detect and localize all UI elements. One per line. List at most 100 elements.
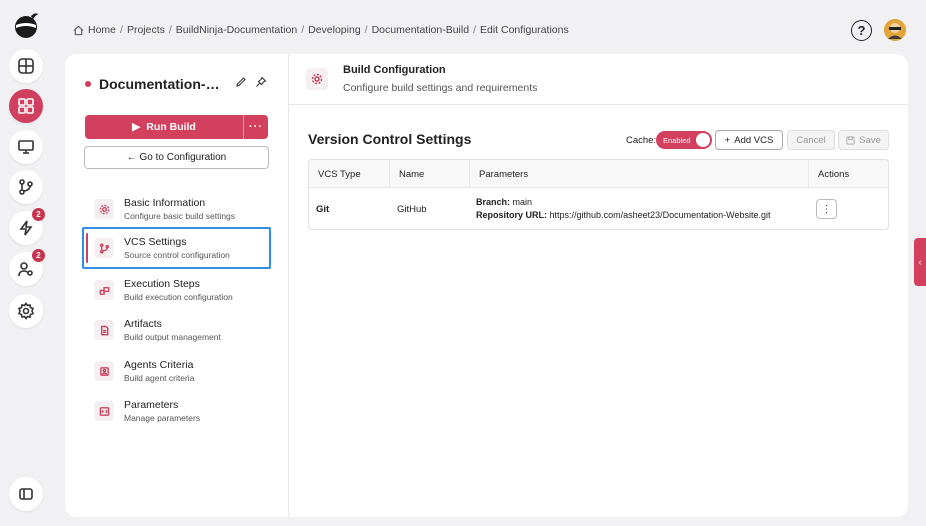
code-icon bbox=[94, 401, 114, 421]
save-icon bbox=[846, 135, 855, 145]
status-dot bbox=[85, 81, 91, 87]
avatar[interactable] bbox=[884, 19, 906, 41]
breadcrumb-current: Edit Configurations bbox=[479, 24, 569, 36]
avatar-icon bbox=[884, 19, 906, 41]
nav-agents-criteria[interactable]: Agents Criteria Build agent criteria bbox=[84, 351, 270, 391]
toggle-knob bbox=[696, 133, 710, 147]
nav-subtitle: Build output management bbox=[124, 332, 221, 342]
nav-execution-steps[interactable]: Execution Steps Build execution configura… bbox=[84, 270, 270, 310]
breadcrumb-project[interactable]: BuildNinja-Documentation bbox=[176, 24, 297, 36]
rail-collapse[interactable] bbox=[9, 477, 43, 511]
rail-users[interactable]: 2 bbox=[9, 249, 45, 286]
nav-subtitle: Build execution configuration bbox=[124, 292, 233, 302]
build-title: Documentation-Bu... bbox=[85, 76, 229, 92]
nav-artifacts[interactable]: Artifacts Build output management bbox=[84, 310, 270, 350]
pin-icon[interactable] bbox=[255, 76, 267, 88]
nav-subtitle: Build agent criteria bbox=[124, 373, 195, 383]
side-panel-toggle[interactable]: ‹ bbox=[914, 238, 926, 286]
nav-parameters[interactable]: Parameters Manage parameters bbox=[84, 391, 270, 431]
steps-icon bbox=[94, 280, 114, 300]
branch-line: Branch: main bbox=[476, 196, 532, 209]
cache-toggle[interactable]: Enabled bbox=[656, 131, 712, 149]
nav-title: VCS Settings bbox=[124, 236, 187, 248]
column-header: VCS Type bbox=[309, 160, 390, 188]
breadcrumb-projects[interactable]: Projects bbox=[127, 24, 165, 36]
table-header: VCS Type Name Parameters Actions bbox=[309, 160, 888, 188]
column-header: Name bbox=[390, 160, 470, 188]
rail-settings[interactable] bbox=[9, 294, 43, 328]
rail-vcs[interactable] bbox=[9, 170, 43, 204]
left-rail: 2 2 bbox=[0, 0, 52, 526]
gear-icon bbox=[306, 68, 328, 90]
nav-subtitle: Manage parameters bbox=[124, 413, 201, 423]
run-build-button[interactable]: ▶ Run Build bbox=[85, 115, 244, 139]
rail-badge: 2 bbox=[32, 208, 45, 221]
gear-icon bbox=[94, 199, 114, 219]
nav-vcs-settings[interactable]: VCS Settings Source control configuration bbox=[82, 227, 271, 269]
run-build-split-button: ▶ Run Build ··· bbox=[85, 115, 268, 139]
branch-value: main bbox=[512, 197, 533, 207]
go-to-configuration-button[interactable]: ← Go to Configuration bbox=[84, 146, 269, 169]
plus-icon: + bbox=[724, 134, 731, 146]
config-title: Build Configuration bbox=[343, 64, 446, 76]
rail-dashboard[interactable] bbox=[9, 49, 43, 83]
dashboard-grid-icon bbox=[18, 58, 34, 74]
monitor-icon bbox=[18, 140, 34, 154]
vcs-params-cell: Branch: main Repository URL: https://git… bbox=[469, 188, 771, 229]
vcs-type-cell: Git bbox=[316, 203, 330, 215]
repo-label: Repository URL: bbox=[476, 210, 548, 220]
nav-title: Execution Steps bbox=[124, 278, 200, 290]
play-icon: ▶ bbox=[132, 121, 141, 133]
ninja-logo-icon[interactable] bbox=[11, 10, 41, 40]
agent-icon bbox=[94, 361, 114, 381]
home-icon[interactable] bbox=[73, 25, 84, 36]
breadcrumb-build[interactable]: Documentation-Build bbox=[372, 24, 469, 36]
branch-icon bbox=[94, 238, 114, 258]
run-build-label: Run Build bbox=[146, 121, 196, 133]
vcs-name-cell: GitHub bbox=[397, 203, 427, 215]
nav-basic-information[interactable]: Basic Information Configure basic build s… bbox=[84, 189, 270, 229]
users-gear-icon bbox=[18, 262, 33, 277]
rail-builds[interactable]: 2 bbox=[9, 208, 45, 245]
lightning-icon bbox=[19, 220, 33, 236]
cache-state: Enabled bbox=[663, 135, 691, 145]
config-subtitle: Configure build settings and requirement… bbox=[343, 82, 538, 94]
breadcrumb-separator: / bbox=[120, 24, 123, 36]
cancel-button[interactable]: Cancel bbox=[787, 130, 835, 150]
breadcrumb-separator: / bbox=[473, 24, 476, 36]
breadcrumb-separator: / bbox=[364, 24, 368, 36]
apps-icon bbox=[18, 98, 34, 114]
breadcrumb-developing[interactable]: Developing bbox=[308, 24, 361, 36]
save-label: Save bbox=[859, 134, 881, 146]
rail-apps[interactable] bbox=[9, 89, 43, 123]
nav-title: Basic Information bbox=[124, 197, 206, 209]
table-row: Git GitHub Branch: main Repository URL: … bbox=[309, 188, 888, 229]
config-sidebar: Documentation-Bu... ▶ Run Build ··· ← Go… bbox=[65, 54, 289, 517]
breadcrumb-separator: / bbox=[168, 24, 172, 36]
edit-icon[interactable] bbox=[235, 76, 247, 88]
nav-title: Parameters bbox=[124, 399, 179, 411]
run-more-button[interactable]: ··· bbox=[244, 121, 268, 133]
nav-subtitle: Source control configuration bbox=[124, 250, 230, 260]
sidebar-toggle-icon bbox=[19, 488, 33, 500]
branch-icon bbox=[19, 179, 33, 195]
settings-icon bbox=[17, 302, 35, 320]
cache-label: Cache: bbox=[626, 135, 657, 146]
repo-line: Repository URL: https://github.com/ashee… bbox=[476, 209, 771, 222]
help-button[interactable]: ? bbox=[851, 20, 872, 41]
add-vcs-button[interactable]: + Add VCS bbox=[715, 130, 783, 150]
add-vcs-label: Add VCS bbox=[734, 134, 774, 146]
row-actions-button[interactable]: ⋮ bbox=[816, 199, 837, 219]
nav-title: Artifacts bbox=[124, 318, 162, 330]
file-icon bbox=[94, 320, 114, 340]
rail-monitor[interactable] bbox=[9, 130, 43, 164]
breadcrumb-home[interactable]: Home bbox=[88, 24, 116, 36]
config-header: Build Configuration Configure build sett… bbox=[289, 54, 908, 105]
branch-label: Branch: bbox=[476, 197, 511, 207]
config-content: Build Configuration Configure build sett… bbox=[289, 54, 908, 517]
repo-value: https://github.com/asheet23/Documentatio… bbox=[549, 210, 771, 220]
column-header: Parameters bbox=[470, 160, 809, 188]
nav-title: Agents Criteria bbox=[124, 359, 194, 371]
save-button[interactable]: Save bbox=[838, 130, 889, 150]
breadcrumb-separator: / bbox=[301, 24, 305, 36]
